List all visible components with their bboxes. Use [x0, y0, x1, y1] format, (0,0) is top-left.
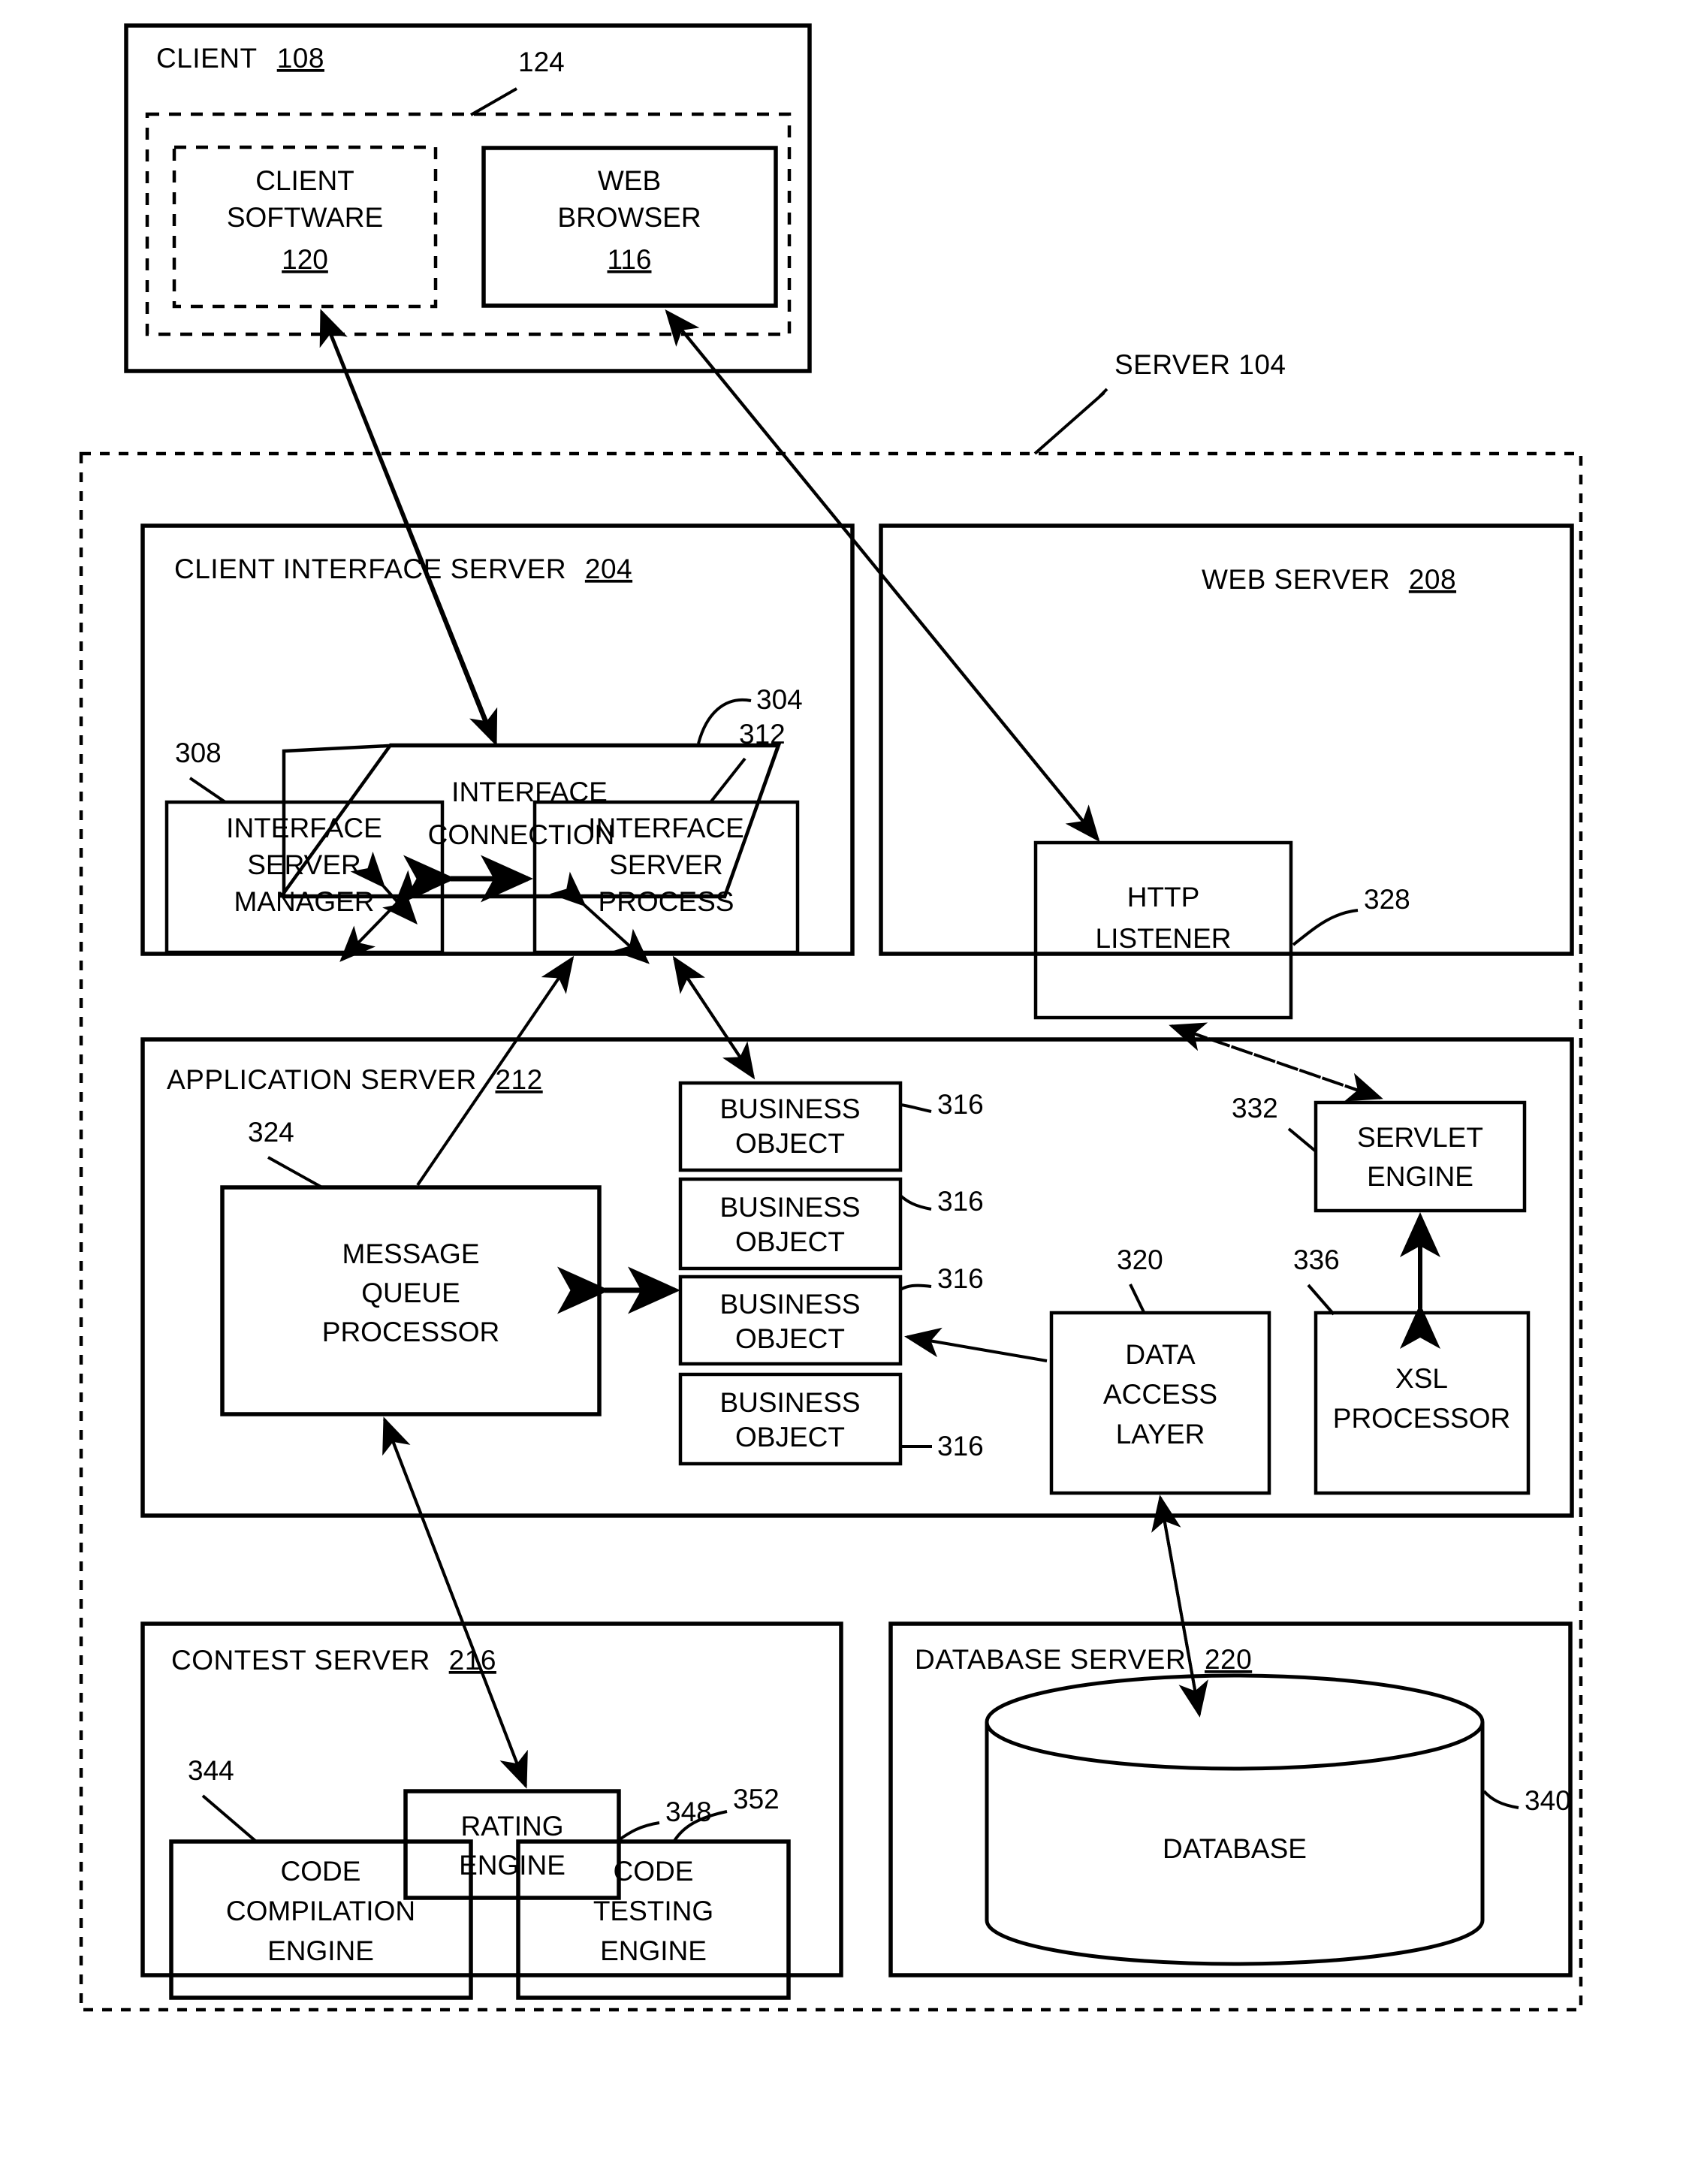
interface-server-process-line3: PROCESS	[599, 886, 734, 917]
cce-line1: CODE	[281, 1856, 361, 1887]
http-listener-line1: HTTP	[1127, 882, 1200, 913]
business-object-2-ref: 316	[937, 1186, 984, 1217]
business-object-3-ref: 316	[937, 1263, 984, 1294]
business-object-3-leader	[900, 1284, 932, 1291]
arrow-rating-engine-to-mqp	[382, 1416, 527, 1787]
cte-line1: CODE	[614, 1856, 694, 1887]
cce-line3: ENGINE	[267, 1935, 374, 1966]
rating-engine-line2: ENGINE	[459, 1850, 566, 1881]
business-object-2-line2: OBJECT	[735, 1226, 845, 1257]
interface-server-process-line2: SERVER	[609, 849, 723, 880]
interface-server-manager-ref: 308	[175, 738, 222, 768]
http-listener-ref: 328	[1364, 884, 1410, 915]
rating-engine-line1: RATING	[460, 1811, 563, 1842]
http-listener-leader	[1292, 909, 1359, 946]
cce-line2: COMPILATION	[226, 1896, 415, 1926]
client-software-line1: CLIENT	[255, 165, 354, 196]
client-title: CLIENT 108	[156, 43, 324, 74]
xsl-processor-line1: XSL	[1395, 1363, 1448, 1394]
cte-ref: 352	[733, 1784, 780, 1814]
dal-line3: LAYER	[1116, 1419, 1205, 1449]
interface-server-manager-leader	[189, 777, 227, 804]
dal-line2: ACCESS	[1103, 1379, 1217, 1410]
database-leader	[1482, 1790, 1519, 1809]
web-server-title: WEB SERVER 208	[1202, 564, 1456, 595]
server-leader	[1033, 391, 1105, 455]
servlet-engine-line1: SERVLET	[1357, 1122, 1483, 1153]
arrow-connection-to-manager	[350, 851, 418, 925]
database-ref: 340	[1525, 1785, 1571, 1816]
patent-figure: SERVER 104 CLIENT 108 124 CLIENT SOFTWAR…	[0, 0, 1683, 2184]
business-object-4-ref: 316	[937, 1431, 984, 1462]
business-object-4-line1: BUSINESS	[719, 1387, 860, 1418]
interface-server-manager-line3: MANAGER	[234, 886, 374, 917]
interface-server-manager-line1: INTERFACE	[226, 813, 382, 843]
rating-engine-leader	[617, 1821, 660, 1842]
client-interface-server-title: CLIENT INTERFACE SERVER 204	[174, 554, 632, 584]
database-server-title: DATABASE SERVER 220	[915, 1644, 1252, 1675]
business-object-3-line2: OBJECT	[735, 1323, 845, 1354]
database-label: DATABASE	[1163, 1833, 1307, 1864]
cce-leader	[201, 1794, 257, 1842]
client-group-124-label: 124	[518, 47, 565, 77]
arrow-client-to-interface-connection	[321, 313, 498, 747]
client-software-line2: SOFTWARE	[227, 202, 383, 233]
database-cylinder-top	[985, 1673, 1485, 1771]
http-listener-line2: LISTENER	[1096, 923, 1232, 954]
servlet-engine-ref: 332	[1232, 1093, 1278, 1124]
rating-engine-box	[403, 1789, 621, 1900]
web-browser-ref: 116	[608, 244, 652, 275]
client-software-ref: 120	[282, 244, 328, 275]
business-object-4-line2: OBJECT	[735, 1422, 845, 1452]
interface-server-manager-line2: SERVER	[247, 849, 361, 880]
interface-server-process-ref: 312	[739, 719, 786, 750]
contest-server-title: CONTEST SERVER 216	[171, 1645, 496, 1676]
business-object-1-line1: BUSINESS	[719, 1094, 860, 1124]
mqp-ref: 324	[248, 1117, 294, 1148]
application-server-title: APPLICATION SERVER 212	[167, 1064, 543, 1095]
mqp-line2: QUEUE	[361, 1278, 460, 1308]
client-group-124-leader	[470, 87, 517, 116]
web-browser-line2: BROWSER	[557, 202, 701, 233]
arrow-business-object-to-interface-server-process	[672, 955, 755, 1078]
dal-line1: DATA	[1125, 1339, 1196, 1370]
business-object-3-line1: BUSINESS	[719, 1289, 860, 1320]
arrow-database-to-dal	[1151, 1495, 1201, 1715]
interface-connection-ref: 304	[756, 684, 803, 715]
xsl-processor-line2: PROCESSOR	[1333, 1403, 1510, 1434]
business-object-2-line1: BUSINESS	[719, 1192, 860, 1223]
servlet-engine-leader	[1287, 1127, 1317, 1153]
dal-ref: 320	[1117, 1244, 1163, 1275]
business-object-2-leader	[899, 1194, 932, 1211]
interface-connection-line2: CONNECTION	[428, 819, 615, 850]
web-browser-line1: WEB	[598, 165, 661, 196]
business-object-1-line2: OBJECT	[735, 1128, 845, 1159]
arrow-web-browser-to-http-listener	[667, 312, 1100, 843]
business-object-1-leader	[900, 1103, 932, 1113]
servlet-engine-line2: ENGINE	[1367, 1161, 1473, 1192]
cte-line3: ENGINE	[600, 1935, 707, 1966]
cce-ref: 344	[188, 1755, 234, 1786]
client-box	[124, 23, 812, 373]
mqp-line1: MESSAGE	[342, 1238, 480, 1269]
xsl-processor-leader	[1307, 1284, 1335, 1316]
mqp-line3: PROCESSOR	[322, 1317, 499, 1347]
server-title: SERVER 104	[1114, 349, 1286, 380]
interface-server-process-leader	[710, 757, 746, 803]
dal-leader	[1129, 1284, 1145, 1313]
interface-server-process-line1: INTERFACE	[588, 813, 744, 843]
servlet-engine-box	[1314, 1100, 1527, 1213]
xsl-processor-ref: 336	[1293, 1244, 1340, 1275]
business-object-1-ref: 316	[937, 1089, 984, 1120]
arrow-dal-business-object	[904, 1327, 1048, 1362]
cte-line2: TESTING	[593, 1896, 713, 1926]
mqp-leader	[267, 1156, 321, 1188]
rating-engine-ref: 348	[665, 1796, 712, 1827]
